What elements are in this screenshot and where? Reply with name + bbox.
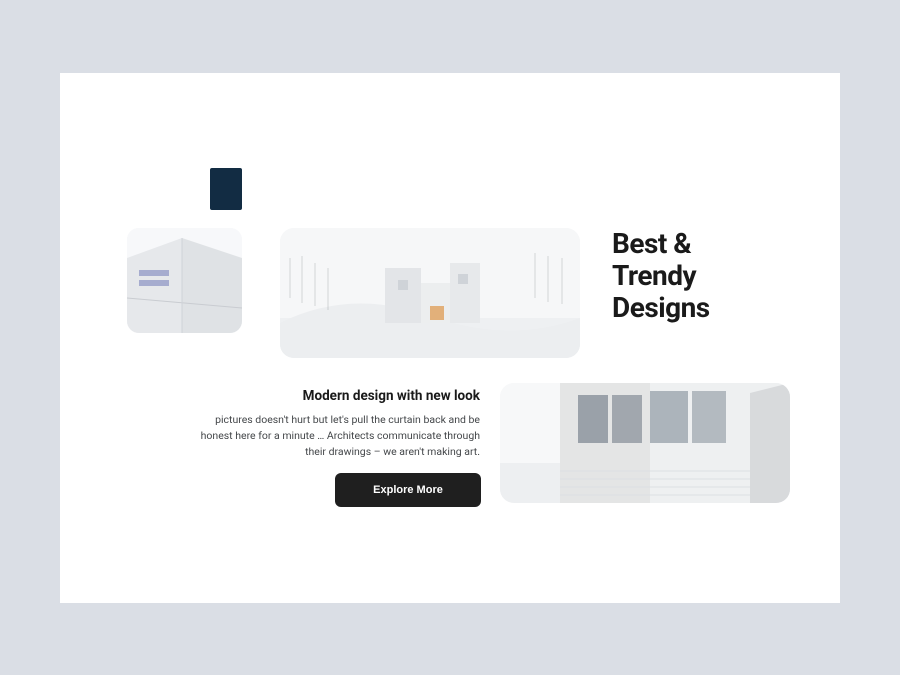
hero-title-line2: Trendy [612,259,696,292]
hero-title-line1: Best & [612,227,691,260]
building-image-3 [500,383,790,503]
building-image-2 [280,228,580,358]
content-block: Modern design with new look pictures doe… [190,388,480,461]
hero-title-line3: Designs [612,291,710,324]
building-image-1 [127,228,242,333]
explore-more-button[interactable]: Explore More [335,473,481,507]
content-subtitle: Modern design with new look [190,388,480,404]
content-body: pictures doesn't hurt but let's pull the… [190,412,480,461]
page: Best & Trendy Designs Modern design with… [60,73,840,603]
accent-block [210,168,242,210]
hero-title: Best & Trendy Designs [612,228,802,325]
